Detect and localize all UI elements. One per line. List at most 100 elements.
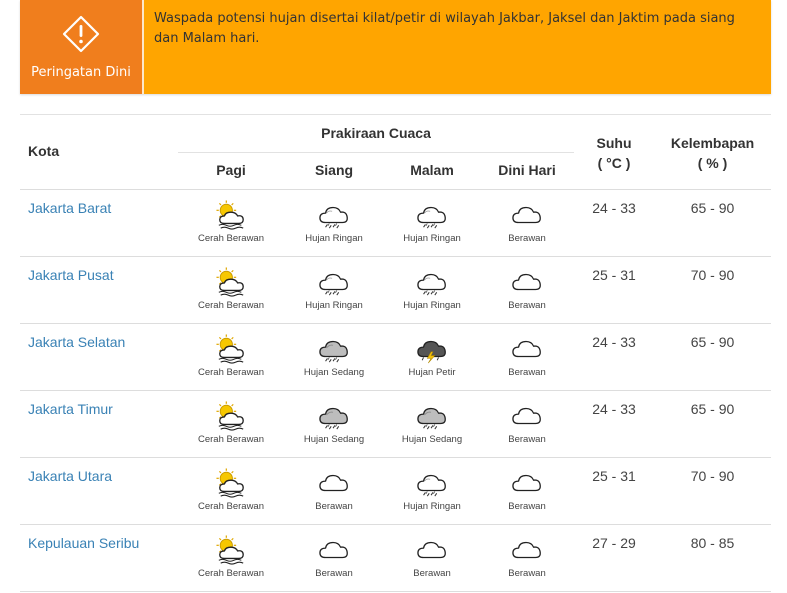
forecast-cell-dini-hari: Berawan bbox=[479, 267, 575, 311]
table-header: Kota Prakiraan Cuaca Pagi Siang Malam Di… bbox=[20, 115, 771, 190]
early-warning-badge: Peringatan Dini bbox=[20, 0, 144, 94]
weather-label: Hujan Sedang bbox=[303, 367, 365, 378]
weather-label: Cerah Berawan bbox=[197, 233, 264, 244]
weather-label: Cerah Berawan bbox=[197, 501, 264, 512]
weather-label: Berawan bbox=[315, 501, 353, 512]
cloud-icon bbox=[512, 541, 541, 559]
table-row: Jakarta Pusat Cerah Berawan Hujan Ringan Hu… bbox=[20, 257, 771, 324]
weather-label: Hujan Sedang bbox=[303, 434, 365, 445]
city-link-jakarta-selatan[interactable]: Jakarta Selatan bbox=[28, 334, 125, 350]
light-rain-icon bbox=[417, 206, 446, 229]
humidity-value: 70 - 90 bbox=[690, 267, 735, 283]
forecast-cell-dini-hari: Berawan bbox=[479, 334, 575, 378]
forecast-cell-malam: Hujan Ringan bbox=[384, 267, 480, 311]
humidity-value: 70 - 90 bbox=[690, 468, 735, 484]
forecast-cell-siang: Hujan Sedang bbox=[286, 334, 382, 378]
header-period-dini-hari: Dini Hari bbox=[498, 162, 556, 178]
weather-label: Berawan bbox=[508, 568, 546, 579]
cloud-icon bbox=[417, 541, 446, 559]
moderate-rain-icon bbox=[319, 340, 348, 363]
light-rain-icon bbox=[319, 273, 348, 296]
table-body: Jakarta Barat Cerah Berawan Hujan Ringan Hu… bbox=[20, 190, 771, 592]
weather-label: Cerah Berawan bbox=[197, 300, 264, 311]
city-link-kepulauan-seribu[interactable]: Kepulauan Seribu bbox=[28, 535, 139, 551]
weather-label: Hujan Ringan bbox=[403, 501, 461, 512]
header-kelembapan: Kelembapan ( % ) bbox=[654, 133, 771, 173]
cloud-icon bbox=[512, 206, 541, 224]
weather-label: Cerah Berawan bbox=[197, 434, 264, 445]
partly-cloudy-sun-icon bbox=[216, 468, 244, 498]
table-row: Jakarta Timur Cerah Berawan Hujan Sedang Hu… bbox=[20, 391, 771, 458]
weather-label: Berawan bbox=[413, 568, 451, 579]
partly-cloudy-sun-icon bbox=[216, 200, 244, 230]
thunderstorm-icon bbox=[417, 340, 446, 364]
table-row: Jakarta Utara Cerah Berawan Berawan Hujan R… bbox=[20, 458, 771, 525]
header-suhu-unit: ( °C ) bbox=[597, 155, 631, 171]
temperature-value: 25 - 31 bbox=[592, 468, 636, 484]
cloud-icon bbox=[512, 407, 541, 425]
forecast-cell-pagi: Cerah Berawan bbox=[183, 200, 279, 244]
partly-cloudy-sun-icon bbox=[216, 334, 244, 364]
weather-label: Berawan bbox=[508, 434, 546, 445]
forecast-cell-siang: Hujan Ringan bbox=[286, 267, 382, 311]
weather-label: Berawan bbox=[508, 367, 546, 378]
light-rain-icon bbox=[417, 273, 446, 296]
weather-label: Hujan Ringan bbox=[305, 233, 363, 244]
humidity-value: 65 - 90 bbox=[690, 401, 735, 417]
header-kota: Kota bbox=[28, 143, 60, 159]
forecast-cell-dini-hari: Berawan bbox=[479, 535, 575, 579]
header-period-malam: Malam bbox=[410, 162, 454, 178]
forecast-cell-dini-hari: Berawan bbox=[479, 401, 575, 445]
temperature-value: 24 - 33 bbox=[592, 401, 636, 417]
moderate-rain-icon bbox=[319, 407, 348, 430]
light-rain-icon bbox=[417, 474, 446, 497]
partly-cloudy-sun-icon bbox=[216, 267, 244, 297]
forecast-cell-pagi: Cerah Berawan bbox=[183, 401, 279, 445]
forecast-cell-dini-hari: Berawan bbox=[479, 200, 575, 244]
weather-label: Cerah Berawan bbox=[197, 367, 264, 378]
header-suhu-label: Suhu bbox=[596, 135, 632, 151]
early-warning-banner: Peringatan Dini Waspada potensi hujan di… bbox=[20, 0, 771, 94]
cloud-icon bbox=[319, 474, 348, 492]
humidity-value: 65 - 90 bbox=[690, 334, 735, 350]
temperature-value: 24 - 33 bbox=[592, 200, 636, 216]
table-row: Jakarta Barat Cerah Berawan Hujan Ringan Hu… bbox=[20, 190, 771, 257]
weather-label: Hujan Petir bbox=[408, 367, 456, 378]
city-link-jakarta-pusat[interactable]: Jakarta Pusat bbox=[28, 267, 114, 283]
humidity-value: 65 - 90 bbox=[690, 200, 735, 216]
forecast-cell-pagi: Cerah Berawan bbox=[183, 267, 279, 311]
moderate-rain-icon bbox=[417, 407, 446, 430]
weather-label: Cerah Berawan bbox=[197, 568, 264, 579]
forecast-cell-pagi: Cerah Berawan bbox=[183, 535, 279, 579]
weather-label: Berawan bbox=[508, 300, 546, 311]
weather-label: Berawan bbox=[315, 568, 353, 579]
weather-label: Berawan bbox=[508, 233, 546, 244]
cloud-icon bbox=[512, 340, 541, 358]
partly-cloudy-sun-icon bbox=[216, 401, 244, 431]
temperature-value: 24 - 33 bbox=[592, 334, 636, 350]
header-divider bbox=[178, 152, 574, 153]
table-row: Jakarta Selatan Cerah Berawan Hujan Sedang… bbox=[20, 324, 771, 391]
header-period-pagi: Pagi bbox=[216, 162, 246, 178]
humidity-value: 80 - 85 bbox=[690, 535, 735, 551]
weather-label: Hujan Ringan bbox=[305, 300, 363, 311]
partly-cloudy-sun-icon bbox=[216, 535, 244, 565]
forecast-cell-malam: Hujan Sedang bbox=[384, 401, 480, 445]
weather-label: Hujan Sedang bbox=[401, 434, 463, 445]
cloud-icon bbox=[319, 541, 348, 559]
forecast-cell-dini-hari: Berawan bbox=[479, 468, 575, 512]
cloud-icon bbox=[512, 273, 541, 291]
header-kelembapan-unit: ( % ) bbox=[697, 155, 728, 171]
city-link-jakarta-utara[interactable]: Jakarta Utara bbox=[28, 468, 112, 484]
header-suhu: Suhu ( °C ) bbox=[574, 133, 654, 173]
forecast-cell-malam: Hujan Ringan bbox=[384, 200, 480, 244]
city-link-jakarta-timur[interactable]: Jakarta Timur bbox=[28, 401, 113, 417]
warning-icon bbox=[62, 15, 100, 53]
early-warning-label: Peringatan Dini bbox=[31, 65, 131, 80]
early-warning-message: Waspada potensi hujan disertai kilat/pet… bbox=[144, 0, 771, 94]
city-link-jakarta-barat[interactable]: Jakarta Barat bbox=[28, 200, 111, 216]
header-kelembapan-label: Kelembapan bbox=[670, 135, 755, 151]
forecast-cell-siang: Berawan bbox=[286, 535, 382, 579]
forecast-cell-malam: Hujan Petir bbox=[384, 334, 480, 378]
weather-label: Hujan Ringan bbox=[403, 233, 461, 244]
